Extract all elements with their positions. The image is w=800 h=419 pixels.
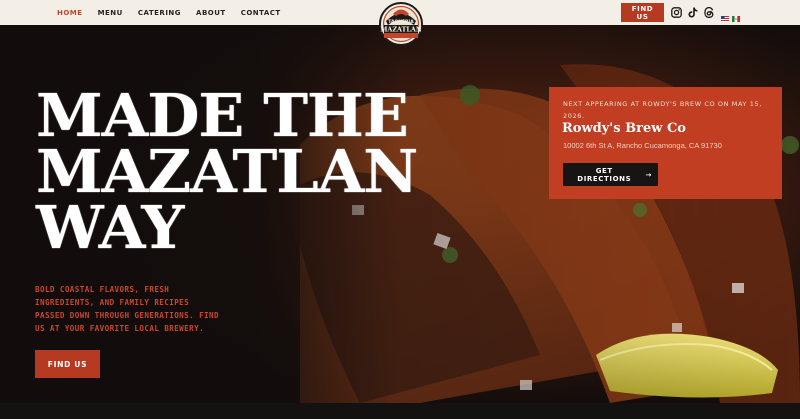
get-directions-button[interactable]: GET DIRECTIONS →	[563, 163, 658, 186]
find-us-hero-button[interactable]: FIND US	[35, 350, 100, 378]
arrow-right-icon: →	[645, 170, 652, 179]
brand-logo[interactable]: TAQUERIA MAZATLAN	[374, 1, 428, 47]
nav-menu-link[interactable]: MENU	[98, 9, 123, 17]
venue-address: 10002 6th St A, Rancho Cucamonga, CA 917…	[563, 141, 722, 150]
next-location-card: NEXT APPEARING AT ROWDY'S BREW CO ON MAY…	[549, 87, 782, 199]
hero-headline: MADE THE MAZATLAN WAY	[36, 86, 464, 257]
main-nav: HOME MENU CATERING ABOUT CONTACT	[57, 0, 281, 25]
nav-catering-link[interactable]: CATERING	[138, 9, 181, 17]
nav-contact-link[interactable]: CONTACT	[241, 9, 281, 17]
hero-section: MADE THE MAZATLAN WAY BOLD COASTAL FLAVO…	[0, 25, 800, 403]
threads-icon[interactable]	[703, 6, 715, 19]
next-appearance-text: NEXT APPEARING AT ROWDY'S BREW CO ON MAY…	[563, 100, 762, 120]
instagram-icon[interactable]	[670, 6, 683, 19]
tiktok-icon[interactable]	[687, 6, 699, 19]
logo-text-main: MAZATLAN	[380, 26, 422, 34]
mexico-flag-icon[interactable]	[732, 9, 740, 22]
footer-strip	[0, 403, 800, 419]
us-flag-icon[interactable]	[721, 9, 729, 22]
hero-subtext: BOLD COASTAL FLAVORS, FRESH INGREDIENTS,…	[35, 285, 219, 333]
logo-text-top: TAQUERIA	[388, 19, 414, 25]
venue-name: Rowdy's Brew Co	[562, 121, 686, 136]
nav-about-link[interactable]: ABOUT	[196, 9, 226, 17]
headline-line-3: WAY	[36, 193, 184, 262]
find-us-nav-button[interactable]: FIND US	[621, 3, 664, 22]
get-directions-label: GET DIRECTIONS	[577, 166, 632, 183]
nav-home-link[interactable]: HOME	[57, 9, 83, 17]
